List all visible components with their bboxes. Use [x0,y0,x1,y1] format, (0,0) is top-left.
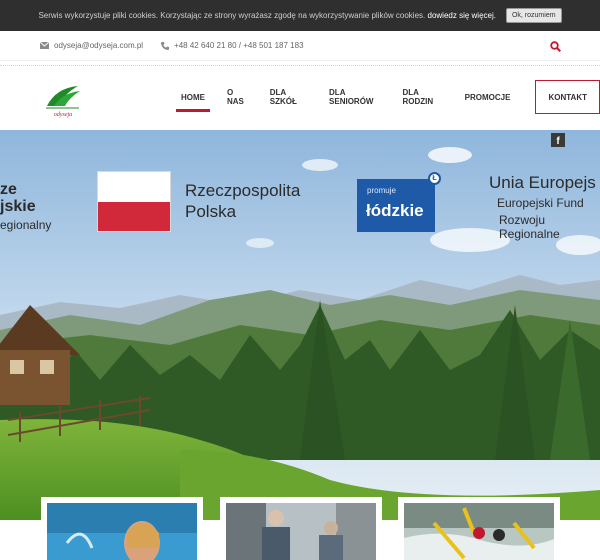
cookie-bar: Serwis wykorzystuje pliki cookies. Korzy… [0,0,600,31]
contact-phone-text: +48 42 640 21 80 / +48 501 187 183 [174,41,304,50]
contact-bar: odyseja@odyseja.com.pl +48 42 640 21 80 … [0,31,600,61]
hero-banner: ze jskie egionalny Rzeczpospolita Polska… [0,130,600,520]
svg-text:odyseja: odyseja [54,112,72,118]
nav-item-home[interactable]: HOME [170,80,216,114]
rzeczpospolita-text: Rzeczpospolita [185,181,301,200]
hero-left-text-2: jskie [0,198,36,215]
hero-left-text-3: egionalny [0,218,52,232]
cookie-more-link[interactable]: dowiedz się więcej. [428,11,496,20]
card-image-rafting [404,503,554,560]
lodzkie-logo: promuje łódzkie [357,179,435,232]
poland-flag [97,171,171,232]
card-image-seniors [226,503,376,560]
cookie-text: Serwis wykorzystuje pliki cookies. Korzy… [38,11,496,20]
nav-item-schools[interactable]: DLA SZKÓŁ [259,80,318,114]
contact-email[interactable]: odyseja@odyseja.com.pl [40,41,143,50]
nav-links: HOME O NAS DLA SZKÓŁ DLA SENIORÓW DLA RO… [170,80,600,114]
polska-text: Polska [185,202,237,221]
offer-card-rafting[interactable] [398,497,560,560]
contact-phone[interactable]: +48 42 640 21 80 / +48 501 187 183 [161,41,304,50]
card-image-water [47,503,197,560]
hero-left-text-1: ze [0,181,17,198]
phone-icon [161,41,170,50]
facebook-icon[interactable]: f [551,133,565,147]
offer-card-seniors[interactable] [220,497,382,560]
odyseja-logo[interactable]: odyseja [42,84,84,120]
main-navbar: odyseja HOME O NAS DLA SZKÓŁ DLA SENIORÓ… [0,66,600,130]
cookie-accept-button[interactable]: Ok, rozumiem [505,8,562,23]
lodzkie-mark-icon: Ł [428,172,441,185]
nav-item-promotions[interactable]: PROMOCJE [454,80,522,114]
lodzkie-small-text: promuje [367,186,396,195]
envelope-icon [40,42,49,49]
offer-card-water[interactable] [41,497,203,560]
search-icon[interactable] [550,41,561,52]
ue-text-1: Unia Europejs [489,173,596,192]
cookie-message: Serwis wykorzystuje pliki cookies. Korzy… [38,11,426,20]
ue-text-3: Rozwoju Regionalne [499,213,560,241]
lodzkie-big-text: łódzkie [366,201,424,220]
nav-item-contact[interactable]: KONTAKT [535,80,600,114]
nav-item-about[interactable]: O NAS [216,80,259,114]
nav-item-seniors[interactable]: DLA SENIORÓW [318,80,391,114]
contact-email-text: odyseja@odyseja.com.pl [54,41,144,50]
nav-item-families[interactable]: DLA RODZIN [392,80,454,114]
ue-text-2: Europejski Fund [497,196,584,210]
